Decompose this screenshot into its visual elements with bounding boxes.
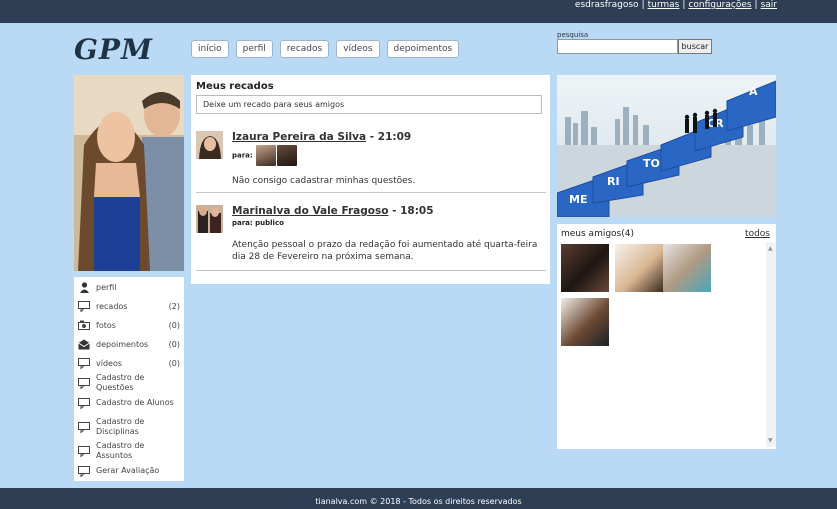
message-item: Izaura Pereira da Silva - 21:09 para: Nã… — [196, 131, 546, 193]
recipient-avatar[interactable] — [277, 145, 298, 166]
message-divider — [196, 270, 546, 271]
link-sair[interactable]: sair — [761, 0, 777, 10]
board-icon — [78, 397, 90, 409]
tab-recados[interactable]: recados — [279, 40, 330, 58]
friends-panel: meus amigos(4) todos ▲ ▼ — [557, 224, 776, 449]
banner-letters-me: ME — [569, 193, 587, 206]
message-text: Atenção pessoal o prazo da redação foi a… — [232, 240, 538, 262]
speech-bubble-icon — [78, 301, 90, 312]
message-text: Não consigo cadastrar minhas questões. — [232, 176, 416, 186]
recado-input[interactable]: Deixe um recado para seus amigos — [196, 95, 542, 114]
board-icon — [78, 421, 90, 433]
menu-item-cadastro-assuntos[interactable]: Cadastro de Assuntos — [74, 441, 184, 461]
username: esdrasfragoso — [574, 0, 639, 10]
board-icon — [78, 377, 90, 389]
search-label: pesquisa — [557, 31, 589, 39]
side-menu: perfil recados (2) fotos (0) depoimentos… — [74, 277, 184, 481]
meritocracia-banner: ME RI TO CR A — [557, 75, 776, 217]
menu-item-recados[interactable]: recados (2) — [74, 297, 184, 316]
tab-videos[interactable]: vídeos — [336, 40, 380, 58]
envelope-icon — [78, 339, 90, 350]
menu-item-videos[interactable]: vídeos (0) — [74, 354, 184, 373]
message-divider — [196, 192, 546, 193]
friend-photo[interactable] — [663, 244, 711, 292]
link-configuracoes[interactable]: configurações — [688, 0, 751, 10]
board-icon — [78, 445, 90, 457]
friend-photo[interactable] — [561, 244, 609, 292]
footer: tianalva.com © 2018 - Todos os direitos … — [0, 488, 837, 509]
menu-item-depoimentos[interactable]: depoimentos (0) — [74, 335, 184, 354]
friends-all-link[interactable]: todos — [745, 229, 770, 239]
main-nav: início perfil recados vídeos depoimentos — [191, 40, 460, 58]
message-recipients: para: — [232, 145, 298, 166]
scroll-up-icon[interactable]: ▲ — [768, 245, 773, 252]
message-item: Marinalva do Vale Fragoso - 18:05 para: … — [196, 205, 546, 271]
tab-perfil[interactable]: perfil — [235, 40, 273, 58]
banner-letters-ri: RI — [607, 175, 620, 188]
author-avatar[interactable] — [196, 205, 223, 233]
friend-photo[interactable] — [561, 298, 609, 346]
board-icon — [78, 465, 90, 477]
menu-item-cadastro-disciplinas[interactable]: Cadastro de Disciplinas — [74, 413, 184, 441]
recados-heading: Meus recados — [196, 81, 274, 92]
top-bar: esdrasfragoso | turmas | configurações | sair — [0, 0, 837, 23]
banner-letters-a: A — [749, 85, 758, 98]
person-icon — [78, 282, 90, 293]
friends-title: meus amigos(4) — [561, 229, 634, 239]
menu-item-perfil[interactable]: perfil — [74, 278, 184, 297]
search-button[interactable]: buscar — [678, 39, 712, 54]
menu-item-fotos[interactable]: fotos (0) — [74, 316, 184, 335]
friend-photo[interactable] — [615, 244, 663, 292]
video-icon — [78, 358, 90, 369]
search-input[interactable] — [557, 39, 678, 54]
author-link[interactable]: Marinalva do Vale Fragoso — [232, 205, 388, 217]
recipient-avatar[interactable] — [256, 145, 277, 166]
banner-letters-to: TO — [643, 157, 660, 170]
top-links: esdrasfragoso | turmas | configurações | sair — [574, 0, 777, 10]
message-recipients: para: publico — [232, 219, 284, 227]
scroll-down-icon[interactable]: ▼ — [768, 437, 773, 444]
profile-photo — [74, 75, 184, 271]
message-time: 21:09 — [377, 131, 412, 143]
author-avatar[interactable] — [196, 131, 223, 159]
site-logo[interactable]: GPM — [74, 33, 153, 66]
author-link[interactable]: Izaura Pereira da Silva — [232, 131, 366, 143]
menu-item-gerar-avaliacao[interactable]: Gerar Avaliação — [74, 461, 184, 481]
friends-scrollbar[interactable]: ▲ ▼ — [766, 242, 776, 447]
tab-inicio[interactable]: início — [191, 40, 229, 58]
message-time: 18:05 — [400, 205, 434, 217]
menu-item-cadastro-questoes[interactable]: Cadastro de Questões — [74, 373, 184, 393]
tab-depoimentos[interactable]: depoimentos — [386, 40, 460, 58]
menu-item-cadastro-alunos[interactable]: Cadastro de Alunos — [74, 393, 184, 413]
recados-panel: Meus recados Deixe um recado para seus a… — [191, 75, 550, 284]
link-turmas[interactable]: turmas — [648, 0, 680, 10]
photos-icon — [78, 320, 90, 331]
